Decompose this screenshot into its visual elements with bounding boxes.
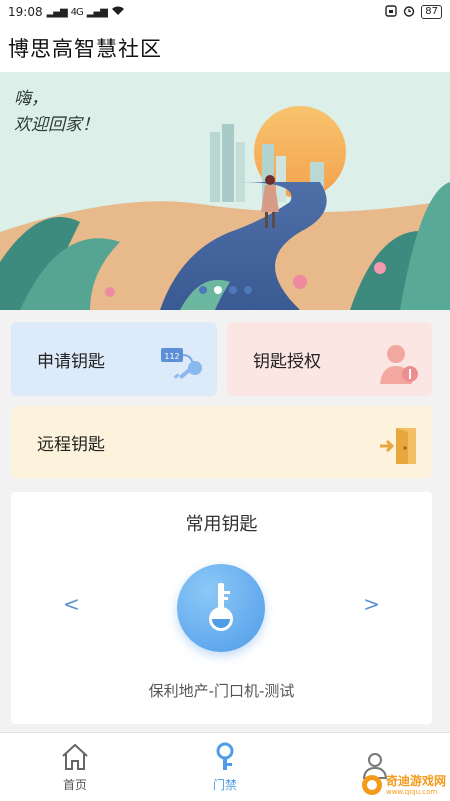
prev-key-button[interactable]: < [63,592,80,616]
watermark-url: www.qiqu.com [385,788,438,796]
user-auth-icon [378,342,422,390]
signal-icon: ▂▄▆ [46,6,68,18]
watermark-logo-icon [361,775,382,795]
key-auth-card[interactable]: 钥匙授权 [227,322,432,396]
banner-greeting: 嗨， 欢迎回家！ [14,86,99,138]
favorite-key-name: 保利地产-门口机-测试 [148,682,295,700]
carousel-dots [0,286,450,294]
watermark-text: 奇迪游戏网 [385,774,446,788]
key-auth-label: 钥匙授权 [253,351,321,372]
alarm-icon [403,5,415,20]
key-tag-icon: 112 [159,342,207,390]
banner-carousel[interactable]: 嗨， 欢迎回家！ [0,72,450,310]
carousel-dot[interactable] [228,286,237,294]
favorite-keys-panel: 常用钥匙 < > 保利地产-门口机-测试 [11,492,432,724]
status-bar: 19:08 ▂▄▆ 4G ▂▄▆ 87 [0,0,450,24]
apply-key-label: 申请钥匙 [37,351,105,372]
key-icon [216,742,234,770]
wifi-icon [111,5,125,19]
tab-home[interactable]: 首页 [0,733,150,801]
carousel-dot[interactable] [198,286,207,294]
key-icon [209,583,233,631]
signal-icon-2: ▂▄▆ [86,6,108,18]
page-title: 博思高智慧社区 [8,37,162,61]
door-exit-icon [378,424,422,472]
app-title-bar: 博思高智慧社区 [0,24,450,72]
apply-key-card[interactable]: 申请钥匙 112 [11,322,217,396]
tab-access-label: 门禁 [212,777,237,792]
status-right: 87 [385,4,442,20]
carousel-dot-active[interactable] [213,286,222,294]
remote-key-label: 远程钥匙 [37,434,105,455]
carousel-dot[interactable] [243,286,252,294]
tab-access[interactable]: 门禁 [150,733,300,801]
network-type: 4G [70,6,84,18]
banner-line1: 嗨， [14,89,48,109]
tab-home-label: 首页 [62,777,87,792]
status-time: 19:08 [8,5,43,19]
next-key-button[interactable]: > [363,592,380,616]
banner-line2: 欢迎回家！ [14,115,99,135]
favorite-keys-title: 常用钥匙 [185,514,258,535]
site-watermark: 奇迪游戏网 www.qiqu.com [361,774,446,796]
remote-key-card[interactable]: 远程钥匙 [11,406,432,478]
svg-text:112: 112 [164,352,179,361]
home-icon [62,743,88,770]
battery-indicator: 87 [421,5,442,19]
lock-rotation-icon [385,4,397,20]
status-left: 19:08 ▂▄▆ 4G ▂▄▆ [8,5,125,19]
open-door-key-button[interactable] [177,564,265,652]
